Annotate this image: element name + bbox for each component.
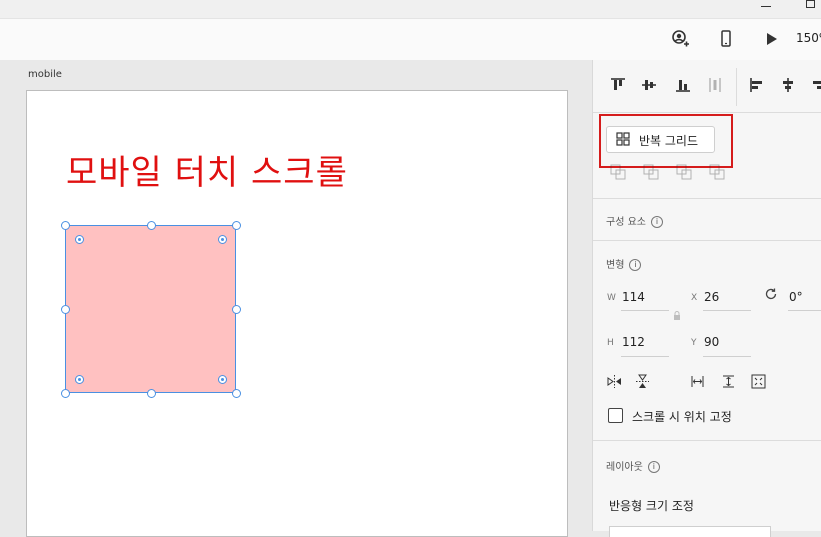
resize-handle-top[interactable] [147,221,156,230]
distribute-vertical-spacing-icon[interactable] [721,374,736,389]
resize-handle-top-left[interactable] [61,221,70,230]
resize-handle-left[interactable] [61,305,70,314]
corner-radius-handle[interactable] [218,235,227,244]
corner-radius-handle[interactable] [218,375,227,384]
align-center-icon[interactable] [779,76,797,94]
distribute-vertical-icon[interactable] [706,76,724,94]
height-input[interactable]: 112 [622,335,645,349]
section-divider [593,440,821,441]
annotation-highlight-box [599,114,733,168]
boolean-intersect-icon[interactable] [676,164,692,180]
y-input[interactable]: 90 [704,335,719,349]
align-middle-icon[interactable] [640,76,658,94]
align-bottom-icon[interactable] [674,76,692,94]
fit-icon[interactable] [751,374,766,389]
heading-text[interactable]: 모바일 터치 스크롤 [66,145,348,194]
height-underline [621,356,669,357]
align-left-icon[interactable] [748,76,766,94]
corner-radius-handle[interactable] [75,375,84,384]
x-label: X [691,293,698,303]
rotation-underline [788,310,821,311]
y-label: Y [691,338,697,348]
toolbar-divider [736,68,737,106]
section-divider [593,198,821,199]
rotation-input[interactable]: 0° [789,290,803,304]
minimize-icon[interactable] [759,0,773,14]
selected-rectangle[interactable] [65,225,236,393]
width-label: W [607,293,616,303]
info-icon[interactable]: i [650,216,663,228]
fix-scroll-checkbox[interactable] [608,408,623,423]
components-label: 구성 요소 [606,217,646,228]
play-icon[interactable] [760,28,782,50]
fix-scroll-label[interactable]: 스크롤 시 위치 고정 [632,408,732,425]
width-underline [621,310,669,311]
x-underline [703,310,751,311]
restore-icon[interactable] [803,0,817,14]
resize-handle-bottom-right[interactable] [232,389,241,398]
window-titlebar [0,0,821,18]
distribute-horizontal-icon[interactable] [690,374,705,389]
resize-handle-bottom-left[interactable] [61,389,70,398]
top-toolbar: 150% [0,18,821,61]
lock-icon[interactable] [673,306,681,320]
layout-section-title: 레이아웃 i [606,458,660,473]
flip-horizontal-icon[interactable] [607,374,622,389]
rotate-icon [764,286,778,300]
width-input[interactable]: 114 [622,290,645,304]
info-icon[interactable]: i [629,259,642,271]
info-icon[interactable]: i [647,461,660,473]
y-underline [703,356,751,357]
boolean-exclude-icon[interactable] [709,164,725,180]
align-right-icon[interactable] [809,76,821,94]
account-icon[interactable] [669,28,691,50]
property-inspector: 반복 그리드 구성 요소 i 변형 i W 114 X 26 0° H 112 Y … [592,60,821,537]
resize-handle-right[interactable] [232,305,241,314]
boolean-add-icon[interactable] [610,164,626,180]
section-divider [593,112,821,113]
resize-handle-bottom[interactable] [147,389,156,398]
zoom-level[interactable]: 150% [796,31,821,45]
corner-radius-handle[interactable] [75,235,84,244]
section-divider [593,240,821,241]
resize-handle-top-right[interactable] [232,221,241,230]
layout-label: 레이아웃 [606,462,643,473]
align-top-icon[interactable] [609,76,627,94]
responsive-resize-label: 반응형 크기 조정 [609,499,694,513]
x-input[interactable]: 26 [704,290,719,304]
height-label: H [607,338,614,348]
boolean-subtract-icon[interactable] [643,164,659,180]
artboard-label[interactable]: mobile [28,69,62,80]
transform-label: 변형 [606,260,625,271]
components-section-title[interactable]: 구성 요소 i [606,213,663,228]
mobile-preview-icon[interactable] [715,28,737,50]
responsive-resize-toggle[interactable] [609,526,771,537]
flip-vertical-icon[interactable] [635,374,650,389]
transform-section-title: 변형 i [606,256,642,271]
